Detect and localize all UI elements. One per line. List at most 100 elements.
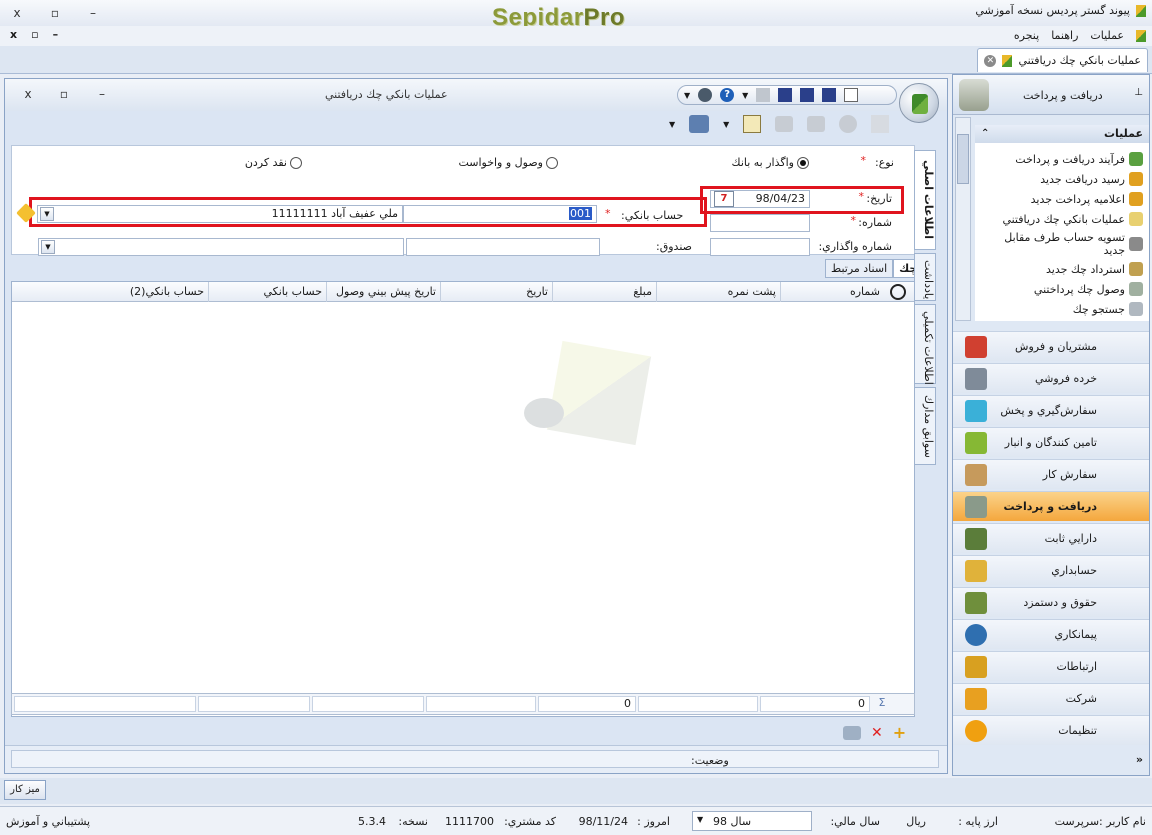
col-amount[interactable]: مبلغ [552, 282, 656, 302]
cashbox-name-field[interactable]: ▼ [38, 238, 404, 256]
minimize-app-button[interactable]: – [82, 4, 104, 22]
cat-payroll[interactable]: حقوق و دستمزد [953, 587, 1149, 617]
cat-customers-sales[interactable]: مشتريان و فروش [953, 331, 1149, 361]
cat-suppliers-inventory[interactable]: تامين كنندگان و انبار [953, 427, 1149, 457]
expand-panel-icon[interactable]: » [1136, 753, 1143, 766]
radio-cash-icon[interactable] [290, 156, 302, 169]
support-link[interactable]: پشتيباني و آموزش [6, 815, 90, 828]
cat-accounting[interactable]: حسابداري [953, 555, 1149, 585]
calendar-icon[interactable]: 7 [714, 191, 734, 207]
mdi-restore-button[interactable]: ▫ [31, 28, 38, 41]
nav-item-new-receipt[interactable]: رسيد دريافت جديد [1040, 169, 1143, 189]
window-restore-button[interactable]: ▫ [53, 85, 75, 103]
print-options-icon[interactable]: ▼ [723, 120, 729, 129]
menu-window[interactable]: پنجره [1014, 29, 1039, 42]
footer-blank-2 [426, 696, 536, 712]
tab-related-docs[interactable]: اسناد مرتبط [825, 259, 894, 278]
col-back-number[interactable]: پشت نمره [656, 282, 780, 302]
radio-cash[interactable]: نقد كردن [245, 156, 302, 169]
company-icon [965, 687, 987, 710]
vtab-main-info[interactable]: اطلاعات اصلي [914, 150, 936, 250]
announce-icon[interactable] [843, 725, 861, 740]
year-dropdown-icon[interactable]: ▼ [697, 815, 703, 824]
col-bank-account-2[interactable]: حساب بانكي(2) [12, 282, 208, 302]
save-as-icon[interactable] [800, 88, 815, 102]
vtab-extra-info[interactable]: اطلاعات تكميلي [914, 304, 936, 385]
cat-order-distribution[interactable]: سفارش‌گيري و پخش [953, 395, 1149, 425]
back-icon[interactable] [775, 116, 794, 132]
vtab-notes[interactable]: يادداشت [914, 253, 936, 301]
cashbox-code-field[interactable] [406, 238, 600, 256]
nav-item-settlement[interactable]: تسويه حساب طرف مقابل جديد [1003, 229, 1143, 259]
add-row-icon[interactable]: + [893, 723, 906, 742]
close-tab-icon[interactable]: ✕ [984, 54, 997, 67]
menu-help[interactable]: راهنما [1051, 29, 1078, 42]
version-label: نسخه: [398, 815, 428, 828]
delete-icon[interactable] [839, 115, 858, 133]
col-date[interactable]: تاريخ [440, 282, 552, 302]
cat-receive-pay[interactable]: دريافت و پرداخت [953, 491, 1149, 521]
compass-icon[interactable] [698, 88, 713, 102]
desk-button[interactable]: ميز كار [4, 780, 46, 800]
doc-tab-cheque-ops[interactable]: عمليات بانكي چك دريافتني ✕ [977, 48, 1148, 72]
cashbox-dropdown-icon[interactable]: ▼ [41, 240, 55, 254]
receipt-icon [1129, 172, 1143, 186]
nav-item-search-cheque[interactable]: جستجو چك [1073, 299, 1143, 319]
fiscal-year-select[interactable]: ▼ سال 98 [692, 811, 812, 831]
radio-assign-to-bank[interactable]: واگذار به بانك [732, 156, 809, 169]
cat-contracting[interactable]: پيمانكاري [953, 619, 1149, 649]
nav-item-process[interactable]: فرآيند دريافت و پرداخت [1015, 149, 1143, 169]
base-currency-label: ارز پايه : [958, 815, 998, 828]
save-icon[interactable] [778, 88, 793, 102]
print-icon[interactable] [756, 88, 771, 102]
collapse-icon[interactable]: ⌃ [981, 125, 989, 143]
new-icon[interactable] [871, 115, 890, 133]
col-number[interactable]: شماره [780, 282, 884, 302]
window-close-button[interactable]: x [17, 85, 39, 103]
col-bank-account[interactable]: حساب بانكي [208, 282, 326, 302]
vtab-documents[interactable]: سوابق مدارك [914, 387, 936, 465]
cat-company[interactable]: شركت [953, 683, 1149, 713]
bank-code-field[interactable]: 001 [403, 205, 597, 223]
nav-item-new-payment[interactable]: اعلاميه پرداخت جديد [1031, 189, 1143, 209]
menu-operations[interactable]: عمليات [1090, 29, 1124, 42]
radio-collect-icon[interactable] [546, 156, 558, 169]
mdi-close-button[interactable]: x [10, 28, 17, 41]
save-close-icon[interactable] [822, 88, 837, 102]
close-app-button[interactable]: x [6, 4, 28, 22]
cat-work-order[interactable]: سفارش كار [953, 459, 1149, 489]
radio-collect-protest[interactable]: وصول و واخواست [458, 156, 558, 169]
cat-settings[interactable]: تنظيمات [953, 715, 1149, 745]
distribution-icon [965, 399, 987, 422]
edit-icon[interactable] [743, 115, 762, 133]
cat-communications[interactable]: ارتباطات [953, 651, 1149, 681]
forward-icon[interactable] [807, 116, 826, 132]
cat-retail[interactable]: خرده فروشي [953, 363, 1149, 393]
cat-fixed-assets[interactable]: دارايي ثابت [953, 523, 1149, 553]
help-dropdown-icon[interactable]: ▼ [742, 91, 748, 100]
toolbar-dropdown-icon[interactable]: ▼ [684, 91, 690, 100]
number-field[interactable] [710, 214, 810, 232]
radio-assign-icon[interactable] [797, 156, 809, 169]
search-icon[interactable] [890, 284, 906, 300]
assign-number-field[interactable] [710, 238, 810, 256]
window-minimize-button[interactable]: – [91, 85, 113, 103]
nav-item-cheque-ops[interactable]: عمليات بانكي چك دريافتني [1002, 209, 1143, 229]
nav-item-collect-cheque[interactable]: وصول چك پرداختني [1034, 279, 1143, 299]
nav-scrollbar[interactable] [955, 117, 971, 321]
bank-name-field[interactable]: ملي عفيف آباد 11111111 ▼ [37, 205, 403, 223]
operations-header[interactable]: عمليات ⌃ [975, 125, 1149, 143]
pin-icon[interactable]: ⊥ [1134, 87, 1143, 98]
delete-row-icon[interactable]: ✕ [871, 725, 883, 741]
new-document-icon[interactable] [844, 88, 859, 102]
print-preview-icon[interactable] [689, 115, 710, 133]
col-expected-date[interactable]: تاريخ پيش بيني وصول [326, 282, 440, 302]
mdi-minimize-button[interactable]: – [53, 28, 59, 41]
restore-app-button[interactable]: ▫ [44, 4, 66, 22]
status-bar: نام كاربر :سرپرست ارز پايه : ريال سال ما… [0, 806, 1152, 835]
print-dropdown-icon[interactable]: ▼ [669, 120, 675, 129]
nav-item-return-cheque[interactable]: استرداد چك جديد [1046, 259, 1143, 279]
help-icon[interactable]: ? [720, 88, 735, 102]
bank-dropdown-icon[interactable]: ▼ [40, 207, 54, 221]
side-tabs: اطلاعات اصلي يادداشت اطلاعات تكميلي سواب… [914, 150, 936, 468]
